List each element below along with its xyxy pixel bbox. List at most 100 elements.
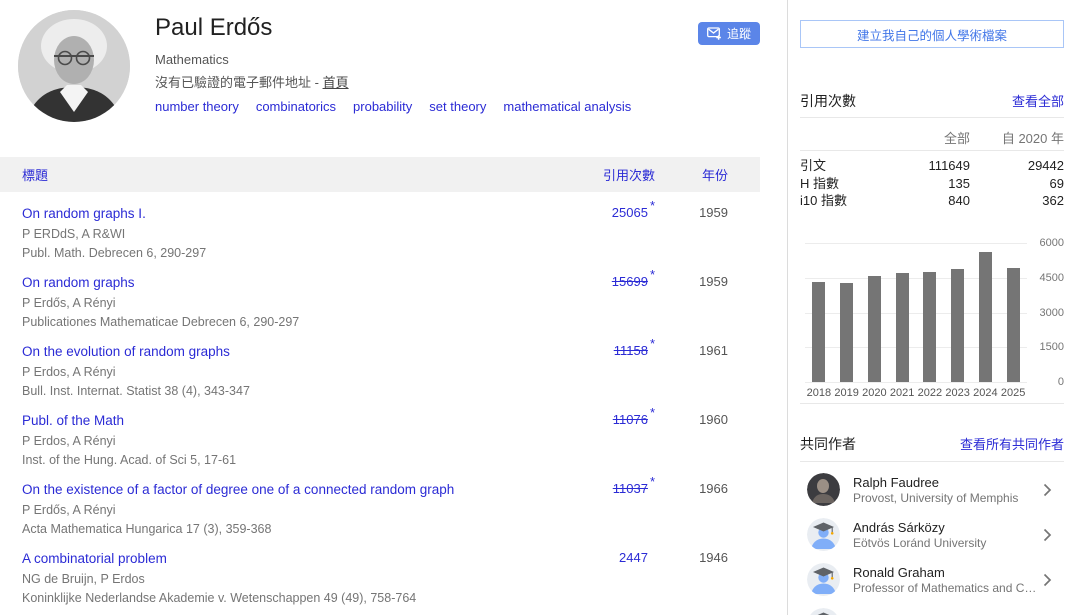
coauthor-affiliation: Eötvös Loránd University <box>853 536 1043 550</box>
stats-column-headers: 全部 自 2020 年 <box>800 128 1064 147</box>
interest-tag-link[interactable]: probability <box>353 99 412 114</box>
publication-title-link[interactable]: On random graphs <box>22 275 135 290</box>
coauthor-row[interactable]: András Sárközy Eötvös Loránd University <box>800 512 1064 557</box>
x-axis-tick-label: 2025 <box>999 387 1027 399</box>
sort-by-citations-link[interactable]: 引用次數 <box>603 168 655 183</box>
column-divider <box>787 0 788 615</box>
publication-venue: Inst. of the Hung. Acad. of Sci 5, 17-61 <box>22 452 565 468</box>
publication-title-link[interactable]: On the existence of a factor of degree o… <box>22 482 454 497</box>
interest-tag-link[interactable]: number theory <box>155 99 239 114</box>
divider <box>800 117 1064 118</box>
sort-by-year-link[interactable]: 年份 <box>702 168 728 183</box>
citation-count-link[interactable]: 15699 <box>612 274 648 289</box>
coauthor-photo <box>807 473 840 506</box>
profile-info: Paul Erdős Mathematics 沒有已驗證的電子郵件地址 - 首頁… <box>155 14 675 114</box>
stats-col-all: 全部 <box>892 128 970 147</box>
view-all-coauthors-link[interactable]: 查看所有共同作者 <box>960 434 1064 453</box>
chart-bar[interactable] <box>979 252 992 382</box>
publication-authors: P Erdos, A Rényi <box>22 364 565 380</box>
bar-slot <box>916 243 944 382</box>
stat-value-all: 135 <box>892 175 970 193</box>
publication-authors: P Erdős, A Rényi <box>22 502 565 518</box>
publication-venue: Publ. Math. Debrecen 6, 290-297 <box>22 245 565 261</box>
follow-button[interactable]: 追蹤 <box>698 22 760 45</box>
follow-button-label: 追蹤 <box>727 25 751 42</box>
publication-authors: P Erdos, A Rényi <box>22 433 565 449</box>
bar-slot <box>999 243 1027 382</box>
coauthor-row[interactable]: Ronald Graham Professor of Mathematics a… <box>800 557 1064 602</box>
chart-bar[interactable] <box>840 283 853 382</box>
merged-citation-asterisk: * <box>650 474 655 489</box>
chart-bar[interactable] <box>1007 268 1020 382</box>
merged-citation-asterisk: * <box>650 198 655 213</box>
citation-count-link[interactable]: 2447 <box>619 550 648 565</box>
coauthor-name: Ronald Graham <box>853 565 1043 580</box>
publication-year: 1960 <box>655 412 760 468</box>
interest-tag-link[interactable]: mathematical analysis <box>503 99 631 114</box>
y-axis-tick-label: 3000 <box>1040 308 1064 319</box>
stat-row: H 指數 135 69 <box>800 175 1064 193</box>
publication-venue: Acta Mathematica Hungarica 17 (3), 359-3… <box>22 521 565 537</box>
view-all-citations-link[interactable]: 查看全部 <box>1012 91 1064 110</box>
coauthor-affiliation: Professor of Mathematics and C… <box>853 581 1043 595</box>
citation-count-link[interactable]: 25065 <box>612 205 648 220</box>
citation-count-link[interactable]: 11037 <box>613 481 648 496</box>
publication-authors: NG de Bruijn, P Erdos <box>22 571 565 587</box>
coauthor-name: András Sárközy <box>853 520 1043 535</box>
chart-x-axis-labels: 20182019202020212022202320242025 <box>805 387 1027 399</box>
publication-year: 1959 <box>655 205 760 261</box>
chart-bar[interactable] <box>812 282 825 382</box>
publication-row: A combinatorial problem NG de Bruijn, P … <box>0 537 760 606</box>
publications-header-row: 標題 引用次數 年份 <box>0 157 760 192</box>
x-axis-tick-label: 2021 <box>888 387 916 399</box>
chart-bar[interactable] <box>896 273 909 382</box>
divider <box>800 461 1064 462</box>
publication-row: On the evolution of random graphs P Erdo… <box>0 330 760 399</box>
publication-title-link[interactable]: A combinatorial problem <box>22 551 167 566</box>
publication-title-link[interactable]: On the evolution of random graphs <box>22 344 230 359</box>
publication-row: On random graphs I. P ERDdS, A R&WI Publ… <box>0 192 760 261</box>
publication-year: 1961 <box>655 343 760 399</box>
coauthors-list: Ralph Faudree Provost, University of Mem… <box>800 467 1064 615</box>
portrait-image <box>18 10 130 122</box>
publication-row: On the existence of a factor of degree o… <box>0 468 760 537</box>
profile-photo[interactable] <box>18 10 130 122</box>
coauthor-row[interactable]: Carl Pomerance <box>800 602 1064 615</box>
stat-label: 引文 <box>800 157 892 175</box>
bar-slot <box>861 243 889 382</box>
y-axis-tick-label: 4500 <box>1040 273 1064 284</box>
homepage-link[interactable]: 首頁 <box>323 75 349 90</box>
coauthor-affiliation: Provost, University of Memphis <box>853 491 1043 505</box>
y-axis-tick-label: 0 <box>1058 377 1064 388</box>
citation-count-link[interactable]: 11076 <box>613 412 648 427</box>
publication-year: 1966 <box>655 481 760 537</box>
y-axis-tick-label: 1500 <box>1040 342 1064 353</box>
publication-row: Intersection theorems for systems of set… <box>0 606 760 615</box>
interest-tag-link[interactable]: combinatorics <box>256 99 336 114</box>
publications-list: On random graphs I. P ERDdS, A R&WI Publ… <box>0 192 760 615</box>
chart-bar[interactable] <box>923 272 936 382</box>
sort-by-title-link[interactable]: 標題 <box>22 168 48 183</box>
stat-value-since: 29442 <box>970 157 1064 175</box>
chart-bar[interactable] <box>951 269 964 382</box>
publication-row: Publ. of the Math P Erdos, A Rényi Inst.… <box>0 399 760 468</box>
merged-citation-asterisk: * <box>650 336 655 351</box>
coauthor-row[interactable]: Ralph Faudree Provost, University of Mem… <box>800 467 1064 512</box>
chart-y-axis-labels: 01500300045006000 <box>1037 243 1064 382</box>
coauthors-header: 共同作者 查看所有共同作者 <box>800 434 1064 454</box>
publication-year: 1959 <box>655 274 760 330</box>
publications-table: 標題 引用次數 年份 On random graphs I. P ERDdS, … <box>0 157 760 615</box>
email-status-text: 沒有已驗證的電子郵件地址 - <box>155 75 323 90</box>
publication-title-link[interactable]: On random graphs I. <box>22 206 146 221</box>
publication-year: 1946 <box>655 550 760 606</box>
publication-title-link[interactable]: Publ. of the Math <box>22 413 124 428</box>
interest-tag-link[interactable]: set theory <box>429 99 486 114</box>
chevron-right-icon <box>1043 528 1052 542</box>
stat-value-since: 362 <box>970 192 1064 210</box>
create-profile-button[interactable]: 建立我自己的個人學術檔案 <box>800 20 1064 48</box>
chart-bar[interactable] <box>868 276 881 382</box>
citation-count-link[interactable]: 11158 <box>614 343 648 358</box>
scholar-profile-page: Paul Erdős Mathematics 沒有已驗證的電子郵件地址 - 首頁… <box>0 0 1080 615</box>
email-status-line: 沒有已驗證的電子郵件地址 - 首頁 <box>155 72 675 91</box>
interest-tags: number theory combinatorics probability … <box>155 99 675 114</box>
